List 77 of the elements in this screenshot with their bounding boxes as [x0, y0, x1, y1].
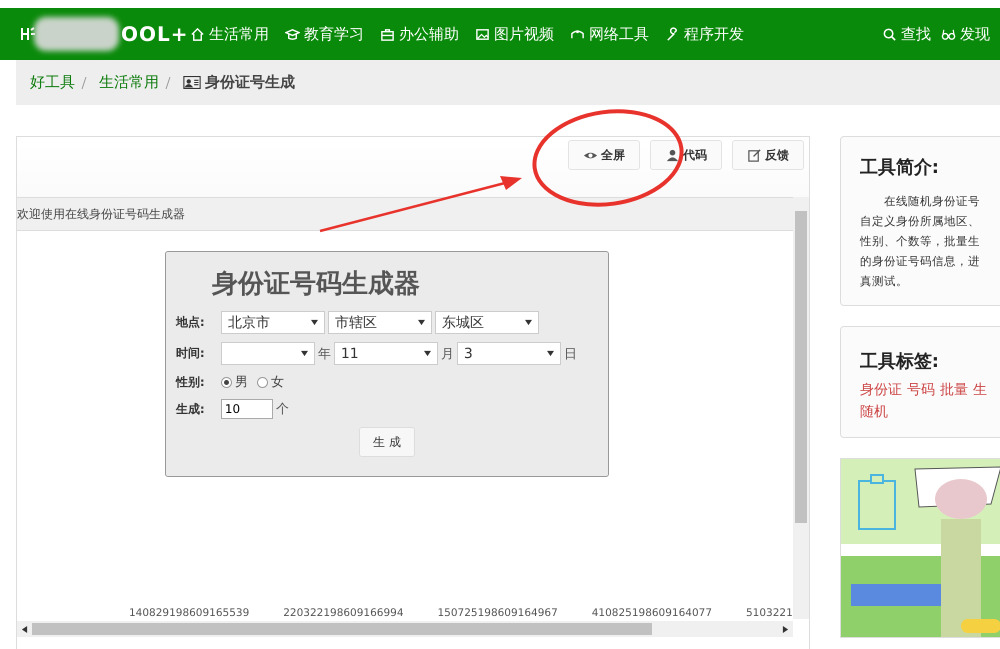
graduation-cap-icon	[285, 26, 300, 42]
tag-link[interactable]: 随机	[860, 401, 888, 423]
field-label: 生成:	[176, 400, 206, 418]
caret-icon	[524, 319, 532, 326]
nav-item[interactable]: 发现	[941, 24, 990, 44]
id-number: 220322198609166994	[283, 607, 404, 619]
intro-text-line: 在线随机身份证号	[882, 193, 981, 210]
edit-icon	[746, 148, 762, 162]
nav-item[interactable]: 图片视频	[475, 24, 554, 44]
id-number: 5103221	[746, 607, 793, 619]
wrench-icon	[665, 26, 680, 42]
nav-item[interactable]: 生活常用	[190, 24, 269, 44]
horizontal-scrollbar[interactable]	[17, 621, 793, 637]
unit-label: 日	[564, 346, 577, 362]
dropdown[interactable]: 北京市	[220, 311, 325, 334]
toolbar-button[interactable]: 反馈	[732, 140, 804, 170]
field-label: 时间:	[176, 345, 206, 362]
nav-item[interactable]: 教育学习	[285, 24, 364, 44]
nav-item[interactable]: 办公辅助	[380, 24, 459, 44]
glasses-icon	[941, 26, 956, 42]
id-card-icon	[183, 76, 201, 89]
nav-item[interactable]: 网络工具	[570, 24, 649, 44]
caret-icon	[418, 319, 425, 326]
tag-link[interactable]: 批量	[940, 379, 968, 401]
scroll-right-icon	[782, 626, 789, 632]
logo-icon	[20, 26, 36, 42]
nav-item[interactable]: 程序开发	[665, 24, 744, 44]
intro-text-line: 真测试。	[860, 273, 909, 290]
field-label: 性别:	[176, 374, 206, 390]
briefcase-icon	[380, 26, 395, 42]
dropdown[interactable]: 东城区	[434, 311, 539, 334]
unit-label: 个	[276, 401, 289, 418]
unit-label: 年	[318, 346, 331, 362]
breadcrumb-separator	[81, 76, 87, 90]
frame-title: 欢迎使用在线身份证号码生成器	[17, 206, 185, 222]
id-number: 410825198609164077	[592, 607, 712, 619]
intro-text-line: 性别、个数等，批量生	[860, 233, 981, 250]
field-label: 地点:	[176, 314, 206, 331]
generate-button[interactable]: 生 成	[358, 427, 415, 457]
unit-label: 月	[440, 346, 454, 362]
intro-text-line: 的身份证号码信息，进	[860, 253, 981, 270]
generator-title: 身份证号码生成器	[212, 268, 421, 301]
breadcrumb-separator	[165, 76, 171, 90]
vertical-scrollbar[interactable]	[792, 197, 809, 619]
breadcrumb-link[interactable]: 生活常用	[99, 73, 159, 92]
scroll-left-icon	[21, 626, 28, 632]
logo-text[interactable]: OOL+	[121, 22, 189, 46]
search-icon	[882, 26, 897, 42]
dropdown[interactable]: 市辖区	[328, 311, 432, 334]
caret-icon	[310, 319, 318, 326]
dropdown[interactable]	[220, 342, 315, 365]
person-icon	[664, 148, 680, 162]
caret-icon	[300, 350, 308, 357]
toolbar-button[interactable]: 全屏	[568, 140, 640, 170]
dropdown[interactable]: 3	[456, 342, 561, 365]
caret-icon	[546, 350, 554, 357]
tag-link[interactable]: 号码	[906, 379, 935, 401]
tag-link[interactable]: 生	[972, 379, 987, 401]
id-number: 140829198609165539	[129, 607, 250, 619]
breadcrumb-link[interactable]: 好工具	[30, 73, 75, 92]
radio-button[interactable]	[256, 376, 268, 388]
nav-item[interactable]: 查找	[882, 24, 931, 44]
radio-label: 男	[234, 374, 248, 391]
breadcrumb-current: 身份证号生成	[205, 73, 295, 92]
id-number: 150725198609164967	[438, 607, 558, 619]
count-field[interactable]: 10	[220, 399, 273, 419]
intro-text-line: 自定义身份所属地区、	[860, 213, 981, 230]
tag-link[interactable]: 身份证	[860, 379, 902, 401]
radio-label: 女	[270, 374, 284, 391]
toolbar-button[interactable]: 代码	[650, 140, 722, 170]
image-icon	[475, 26, 490, 42]
caret-icon	[424, 350, 431, 357]
card-title: 工具标签:	[860, 350, 940, 373]
radio-button[interactable]	[220, 376, 232, 388]
card-title: 工具简介:	[860, 156, 940, 179]
home-icon	[190, 26, 205, 42]
dropdown[interactable]: 11	[334, 342, 438, 365]
